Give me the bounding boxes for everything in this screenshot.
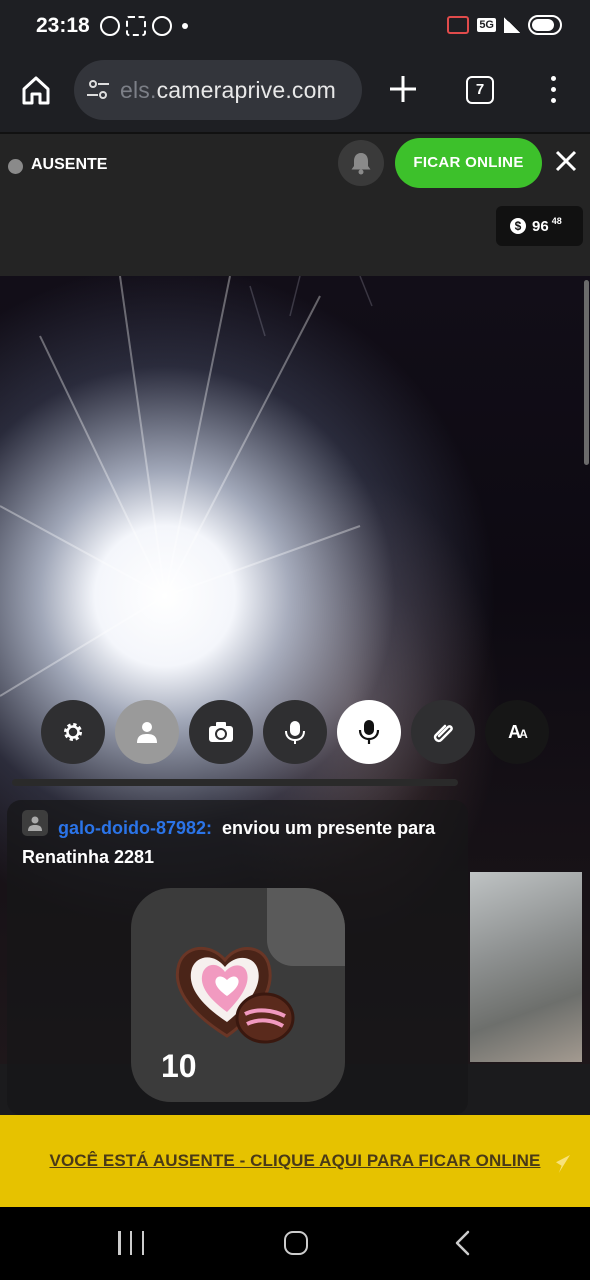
notification-icons xyxy=(100,16,188,36)
whatsapp-icon xyxy=(152,16,172,36)
site-settings-icon[interactable] xyxy=(86,79,110,101)
signal-icon xyxy=(504,17,520,33)
home-nav-icon[interactable] xyxy=(284,1231,308,1255)
microphone-button[interactable] xyxy=(337,700,401,764)
url-domain: cameraprive.com xyxy=(156,77,336,103)
url-text: els.cameraprive.com xyxy=(120,77,336,104)
whatsapp-icon xyxy=(100,16,120,36)
network-type-label: 5G xyxy=(477,18,496,32)
recents-icon[interactable] xyxy=(118,1231,144,1255)
broadcast-controls: AA xyxy=(41,700,549,764)
bell-icon xyxy=(351,153,371,175)
system-navigation-bar xyxy=(0,1207,590,1280)
back-icon[interactable] xyxy=(452,1229,472,1257)
attach-button[interactable] xyxy=(411,700,475,764)
go-online-button[interactable]: FICAR ONLINE xyxy=(395,138,542,188)
status-label: AUSENTE xyxy=(31,156,108,173)
person-icon xyxy=(137,722,157,743)
gift-count: 10 xyxy=(161,1048,197,1084)
camera-switch-icon xyxy=(209,722,233,742)
cast-icon xyxy=(447,16,470,34)
profile-button[interactable] xyxy=(115,700,179,764)
scrollbar[interactable] xyxy=(584,280,589,465)
text-size-button[interactable]: AA xyxy=(485,700,549,764)
new-tab-icon[interactable] xyxy=(386,72,420,106)
page-header: AUSENTE FICAR ONLINE $ 96 48 xyxy=(0,132,590,276)
mic-effects-icon xyxy=(285,721,305,744)
battery-icon xyxy=(528,15,562,35)
browser-toolbar: els.cameraprive.com 7 xyxy=(0,56,590,132)
coin-icon: $ xyxy=(510,218,526,234)
font-size-icon: AA xyxy=(508,721,528,742)
chat-username[interactable]: galo-doido-87982: xyxy=(58,818,212,838)
pointer-icon xyxy=(556,1155,570,1173)
controls-divider xyxy=(12,779,458,786)
gift-card: 10 xyxy=(131,888,345,1102)
away-banner-link[interactable]: VOCÊ ESTÁ AUSENTE - CLIQUE AQUI PARA FIC… xyxy=(50,1151,541,1171)
balance-cents: 48 xyxy=(551,216,562,226)
home-icon[interactable] xyxy=(18,72,54,108)
voice-effects-button[interactable] xyxy=(263,700,327,764)
system-status-bar: 23:18 5G xyxy=(0,0,590,56)
more-menu-icon[interactable] xyxy=(548,74,558,106)
screenshot-icon xyxy=(126,16,146,36)
settings-button[interactable] xyxy=(41,700,105,764)
tab-switcher-button[interactable]: 7 xyxy=(466,76,494,104)
notifications-button[interactable] xyxy=(338,140,384,186)
self-preview-video[interactable] xyxy=(470,872,582,1062)
clock: 23:18 xyxy=(36,14,90,37)
chat-message-text: galo-doido-87982: enviou um presente par… xyxy=(22,814,462,872)
balance-main: 96 xyxy=(532,217,549,235)
dot-icon xyxy=(182,23,188,29)
chocolate-heart-icon xyxy=(175,946,295,1044)
mic-icon xyxy=(358,720,380,744)
status-indicator xyxy=(8,159,23,174)
chat-message: galo-doido-87982: enviou um presente par… xyxy=(7,800,468,1115)
address-bar[interactable]: els.cameraprive.com xyxy=(74,60,362,120)
url-faded-part: els. xyxy=(120,77,157,103)
credit-balance: $ 96 48 xyxy=(496,206,583,246)
gear-icon xyxy=(64,723,82,741)
away-banner[interactable]: VOCÊ ESTÁ AUSENTE - CLIQUE AQUI PARA FIC… xyxy=(0,1115,590,1207)
close-icon[interactable] xyxy=(553,148,579,174)
switch-camera-button[interactable] xyxy=(189,700,253,764)
system-icons: 5G xyxy=(447,15,562,35)
paperclip-icon xyxy=(433,724,453,743)
